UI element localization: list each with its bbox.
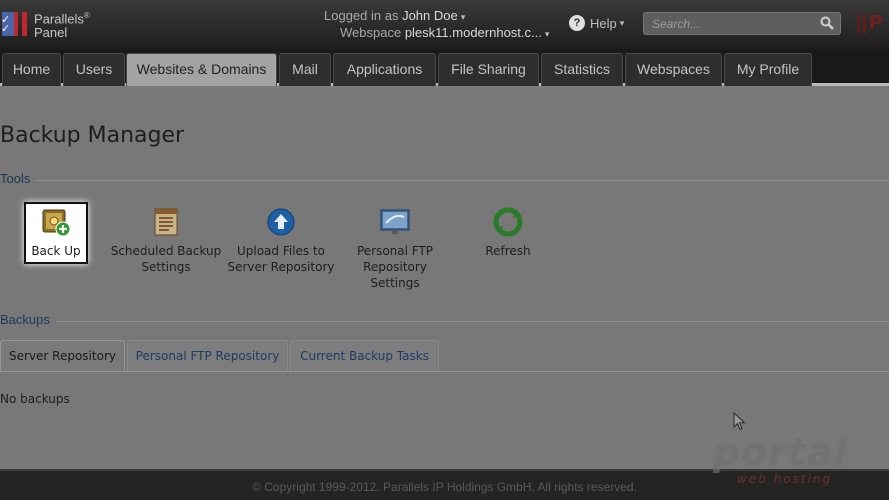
page-title: Backup Manager bbox=[0, 123, 185, 148]
chevron-down-icon: ▾ bbox=[544, 29, 550, 39]
search-box bbox=[643, 12, 841, 35]
personal-ftp-settings-label: Personal FTP Repository Settings bbox=[356, 244, 434, 290]
scheduled-backup-settings-label: Scheduled Backup Settings bbox=[110, 244, 222, 274]
top-header: ✓ ✓ Parallels® Panel Logged in as John Do… bbox=[0, 0, 889, 49]
refresh-label: Refresh bbox=[485, 244, 531, 258]
scheduled-backup-icon bbox=[151, 207, 181, 237]
user-menu[interactable]: John Doe ▾ bbox=[402, 8, 465, 23]
tab-applications[interactable]: Applications bbox=[333, 53, 436, 86]
tab-home[interactable]: Home bbox=[2, 53, 61, 86]
logged-in-label: Logged in as bbox=[324, 8, 399, 23]
help-label: Help bbox=[590, 15, 617, 31]
portal-watermark-logo: portal web hosting bbox=[713, 430, 863, 490]
webspace-label: Webspace bbox=[340, 25, 402, 40]
mouse-pointer-icon bbox=[733, 412, 746, 431]
search-icon[interactable] bbox=[820, 16, 834, 30]
chevron-down-icon: ▾ bbox=[619, 17, 625, 28]
watermark-line2: web hosting bbox=[737, 472, 833, 486]
tools-heading: Tools bbox=[0, 171, 31, 186]
tab-statistics[interactable]: Statistics bbox=[541, 53, 623, 86]
tab-my-profile[interactable]: My Profile bbox=[724, 53, 812, 86]
tab-file-sharing[interactable]: File Sharing bbox=[438, 53, 539, 86]
logo-text: Parallels® Panel bbox=[34, 11, 90, 41]
refresh-icon bbox=[493, 207, 523, 237]
backup-tabs: Server Repository Personal FTP Repositor… bbox=[0, 340, 889, 372]
tab-mail[interactable]: Mail bbox=[279, 53, 331, 86]
help-menu[interactable]: ? Help ▾ bbox=[569, 15, 624, 31]
help-icon: ? bbox=[569, 15, 585, 31]
backups-divider bbox=[56, 321, 889, 322]
main-content: Backup Manager Tools Back Up Scheduled B… bbox=[0, 89, 889, 469]
personal-ftp-settings-button[interactable]: Personal FTP Repository Settings bbox=[330, 207, 460, 291]
parallels-corner-logo-icon: || P bbox=[856, 12, 883, 34]
scheduled-backup-settings-button[interactable]: Scheduled Backup Settings bbox=[101, 207, 231, 275]
empty-message: No backups bbox=[0, 392, 70, 406]
backup-icon bbox=[41, 207, 71, 237]
tab-websites-domains[interactable]: Websites & Domains bbox=[126, 53, 277, 86]
tab-webspaces[interactable]: Webspaces bbox=[625, 53, 722, 86]
refresh-button[interactable]: Refresh bbox=[443, 207, 573, 259]
backups-heading: Backups bbox=[0, 312, 50, 327]
upload-files-label: Upload Files to Server Repository bbox=[227, 244, 335, 274]
watermark-line1: portal bbox=[713, 430, 848, 474]
tab-personal-ftp-repository[interactable]: Personal FTP Repository bbox=[127, 340, 288, 372]
tab-server-repository[interactable]: Server Repository bbox=[0, 340, 125, 372]
webspace-selector[interactable]: plesk11.modernhost.c... ▾ bbox=[405, 25, 550, 40]
search-input[interactable] bbox=[644, 13, 814, 34]
tabs-baseline bbox=[0, 371, 889, 372]
chevron-down-icon: ▾ bbox=[460, 12, 466, 22]
tools-divider bbox=[36, 180, 889, 181]
ftp-repository-icon bbox=[380, 207, 410, 237]
parallels-logo-icon: ✓ ✓ bbox=[0, 10, 30, 38]
tab-current-backup-tasks[interactable]: Current Backup Tasks bbox=[290, 340, 439, 372]
tab-users[interactable]: Users bbox=[63, 53, 125, 86]
main-navigation: Home Users Websites & Domains Mail Appli… bbox=[0, 49, 889, 86]
upload-files-button[interactable]: Upload Files to Server Repository bbox=[216, 207, 346, 275]
parallels-panel-logo[interactable]: ✓ ✓ Parallels® Panel bbox=[0, 8, 110, 40]
upload-icon bbox=[266, 207, 296, 237]
